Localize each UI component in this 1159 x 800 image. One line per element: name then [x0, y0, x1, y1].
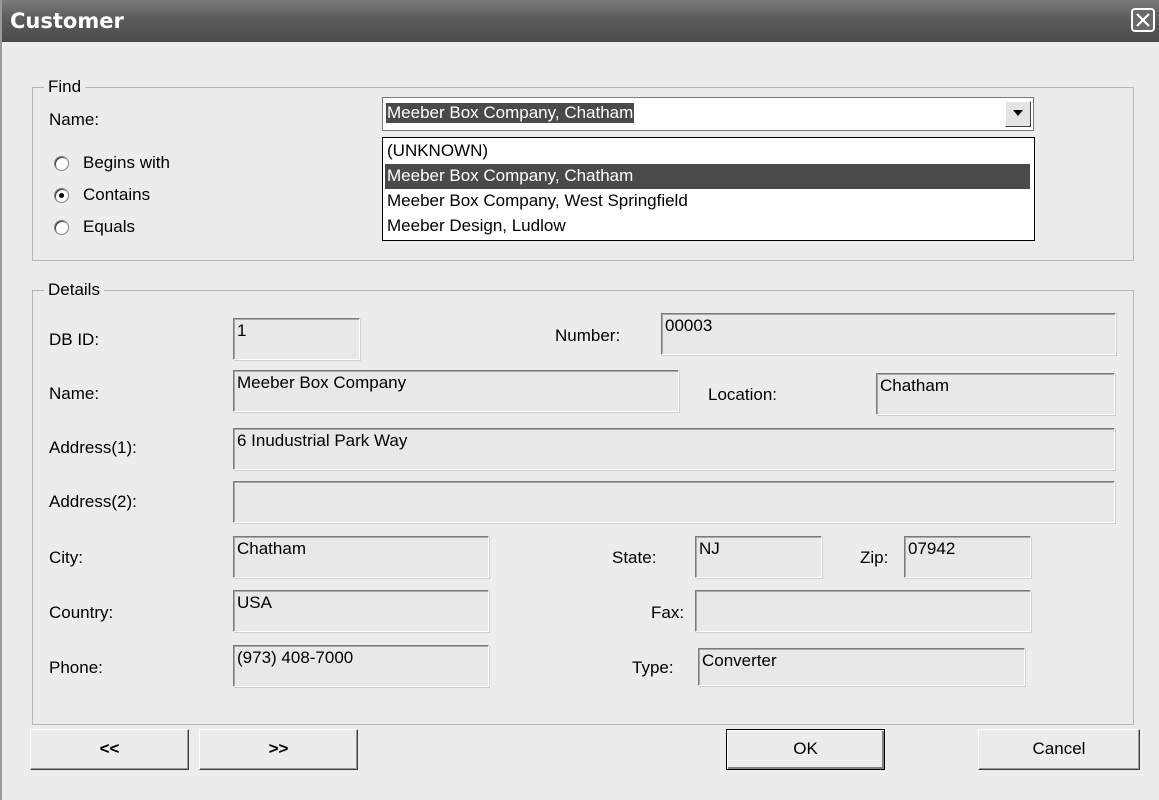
details-legend: Details: [44, 280, 104, 300]
phone-label: Phone:: [49, 658, 103, 677]
country-field[interactable]: USA: [233, 590, 489, 632]
radio-equals-label[interactable]: Equals: [83, 217, 135, 237]
zip-label: Zip:: [860, 548, 889, 567]
address1-field[interactable]: 6 Inudustrial Park Way: [233, 428, 1115, 470]
location-label: Location:: [708, 385, 777, 404]
customer-dialog: Customer Find Name: Begins with Contains…: [0, 0, 1159, 800]
city-field[interactable]: Chatham: [233, 536, 489, 578]
dropdown-option-selected[interactable]: Meeber Box Company, Chatham: [385, 164, 1030, 189]
radio-contains[interactable]: [54, 188, 69, 203]
number-field[interactable]: 00003: [661, 313, 1116, 355]
state-field[interactable]: NJ: [695, 536, 822, 578]
name-label: Name:: [49, 384, 100, 403]
fax-label: Fax:: [651, 603, 685, 622]
phone-field[interactable]: (973) 408-7000: [233, 645, 489, 687]
type-field[interactable]: Converter: [698, 648, 1025, 686]
address2-label: Address(2):: [49, 492, 137, 511]
combobox-selected-text: Meeber Box Company, Chatham: [386, 103, 635, 123]
city-label: City:: [49, 548, 83, 567]
find-name-combobox[interactable]: Meeber Box Company, Chatham: [382, 97, 1034, 131]
number-label: Number:: [555, 326, 621, 345]
radio-begins-with[interactable]: [54, 156, 69, 171]
name-field[interactable]: Meeber Box Company: [233, 370, 679, 412]
address2-field[interactable]: [233, 481, 1115, 523]
dropdown-button[interactable]: [1005, 101, 1031, 127]
close-icon: [1136, 13, 1150, 27]
db-id-label: DB ID:: [49, 330, 100, 349]
close-button[interactable]: [1131, 8, 1155, 32]
radio-contains-label[interactable]: Contains: [83, 185, 150, 205]
ok-button[interactable]: OK: [726, 729, 885, 770]
address1-label: Address(1):: [49, 438, 137, 457]
dropdown-option[interactable]: Meeber Design, Ludlow: [385, 214, 1030, 239]
find-legend: Find: [44, 77, 86, 97]
next-record-button[interactable]: >>: [199, 729, 358, 770]
fax-field[interactable]: [695, 590, 1031, 632]
country-label: Country:: [49, 603, 114, 622]
type-label: Type:: [632, 658, 674, 677]
dropdown-option[interactable]: Meeber Box Company, West Springfield: [385, 189, 1030, 214]
title-bar: Customer: [2, 0, 1159, 42]
state-label: State:: [612, 548, 657, 567]
zip-field[interactable]: 07942: [904, 536, 1031, 578]
dropdown-option[interactable]: (UNKNOWN): [385, 139, 1030, 164]
chevron-down-icon: [1013, 110, 1023, 116]
find-name-label: Name:: [49, 110, 100, 129]
previous-record-button[interactable]: <<: [30, 729, 189, 770]
find-name-dropdown-list: (UNKNOWN) Meeber Box Company, Chatham Me…: [382, 137, 1035, 241]
db-id-field[interactable]: 1: [233, 318, 360, 360]
radio-equals[interactable]: [54, 220, 69, 235]
radio-begins-with-label[interactable]: Begins with: [83, 153, 170, 173]
location-field[interactable]: Chatham: [876, 373, 1115, 415]
cancel-button[interactable]: Cancel: [978, 729, 1140, 770]
window-title: Customer: [10, 9, 124, 33]
